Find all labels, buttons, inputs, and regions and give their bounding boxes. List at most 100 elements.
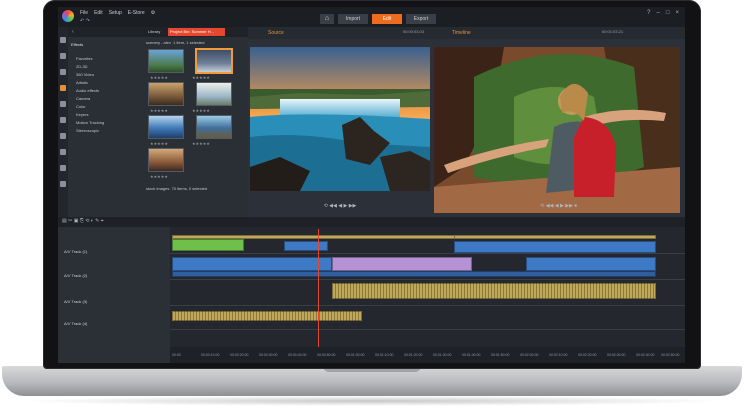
menu-estore[interactable]: E-Store xyxy=(128,10,145,16)
ratings-row: ★★★★★ ★★★★★ xyxy=(150,75,244,80)
folder-icon[interactable] xyxy=(60,37,66,43)
library-toolstrip xyxy=(58,27,68,217)
timeline: ▤ ✂ ▣ ⎘ ⟲ ◐ ✎ ⌖ A/V Track (1) A/V Track … xyxy=(58,217,685,363)
timeline-ruler: 00:00 00:00:10:00 00:00:20:00 00:00:30:0… xyxy=(170,347,685,363)
settings-icon[interactable]: ⚙ xyxy=(151,10,155,16)
category-effects[interactable]: Effects xyxy=(68,41,140,49)
help-icon[interactable]: ? xyxy=(647,10,650,16)
rating-stars[interactable]: ★★★★★ xyxy=(192,75,210,80)
timeline-video[interactable] xyxy=(434,47,680,213)
image-icon[interactable] xyxy=(60,69,66,75)
laptop-shadow xyxy=(16,396,728,406)
title-icon[interactable] xyxy=(60,117,66,123)
back-icon[interactable]: ‹ xyxy=(72,29,74,35)
category-color[interactable]: Color xyxy=(68,103,140,111)
category-stereoscopic[interactable]: Stereoscopic xyxy=(68,127,140,135)
source-transport[interactable]: ⟲ ◀◀ ◀ ▶ ▶▶ xyxy=(248,203,432,213)
timeline-marker-bar[interactable] xyxy=(454,235,656,239)
media-thumb[interactable] xyxy=(148,148,184,172)
category-360-video[interactable]: 360 Video xyxy=(68,71,140,79)
app-window: File Edit Setup E-Store ⚙ ↶ ↷ ⌂ Import E… xyxy=(58,7,685,363)
rating-stars[interactable]: ★★★★★ xyxy=(150,174,168,179)
timeline-clip[interactable] xyxy=(454,241,656,253)
ruler-tick: 00:01:00:00 xyxy=(346,353,365,357)
ruler-tick: 00:02:00:00 xyxy=(520,353,539,357)
title-bar: File Edit Setup E-Store ⚙ ↶ ↷ ⌂ Import E… xyxy=(58,7,685,27)
tool-icons[interactable]: ▤ ✂ ▣ ⎘ ⟲ ◐ ✎ ⌖ xyxy=(62,218,104,224)
timeline-clip-audio[interactable] xyxy=(172,271,656,277)
library-tab[interactable]: Library xyxy=(148,29,160,34)
window-controls: ? – □ × xyxy=(647,10,679,16)
ruler-tick: 00:00:50:00 xyxy=(317,353,336,357)
track-name[interactable]: A/V Track (3) xyxy=(64,299,87,304)
timeline-preview-panel: Timeline 00:01:03.21 ⟲ ◀◀ ◀ ▶ ▶▶ ⏹ xyxy=(432,27,685,217)
tab-import[interactable]: Import xyxy=(338,14,368,24)
timeline-clip[interactable] xyxy=(172,239,244,251)
effects-icon[interactable] xyxy=(60,85,66,91)
audio-waveform-clip[interactable] xyxy=(332,283,656,299)
rating-stars[interactable]: ★★★★★ xyxy=(150,75,168,80)
media-thumb[interactable] xyxy=(148,49,184,73)
source-video[interactable] xyxy=(250,47,430,191)
media-thumb[interactable] xyxy=(196,115,232,139)
ruler-tick: 00:01:20:00 xyxy=(404,353,423,357)
bin-info: 1 item, 1 selected xyxy=(173,40,205,45)
category-favorites[interactable]: Favorites xyxy=(68,55,140,63)
track-name[interactable]: A/V Track (4) xyxy=(64,321,87,326)
home-icon[interactable]: ⌂ xyxy=(320,14,334,24)
disc-icon[interactable] xyxy=(60,181,66,187)
timeline-clip[interactable] xyxy=(284,241,328,251)
ratings-row: ★★★★★ ★★★★★ xyxy=(150,108,244,113)
montage-icon[interactable] xyxy=(60,149,66,155)
transition-icon[interactable] xyxy=(60,133,66,139)
timeline-transport[interactable]: ⟲ ◀◀ ◀ ▶ ▶▶ ⏹ xyxy=(432,203,685,213)
playhead[interactable] xyxy=(318,229,319,347)
media-thumb-selected[interactable] xyxy=(196,49,232,73)
track-divider xyxy=(170,329,685,330)
music-icon[interactable] xyxy=(60,101,66,107)
rating-stars[interactable]: ★★★★★ xyxy=(192,141,210,146)
ruler-tick: 00:00:40:00 xyxy=(288,353,307,357)
category-audio-effects[interactable]: Audio effects xyxy=(68,87,140,95)
rating-stars[interactable]: ★★★★★ xyxy=(150,108,168,113)
category-keyers[interactable]: Keyers xyxy=(68,111,140,119)
laptop-base xyxy=(2,366,742,396)
rating-stars[interactable]: ★★★★★ xyxy=(192,108,210,113)
timeline-clip[interactable] xyxy=(526,257,656,271)
rating-stars[interactable]: ★★★★★ xyxy=(150,141,168,146)
timeline-toolbar[interactable]: ▤ ✂ ▣ ⎘ ⟲ ◐ ✎ ⌖ xyxy=(58,217,685,227)
ratings-row: ★★★★★ ★★★★★ xyxy=(150,141,244,146)
category-camera[interactable]: Camera xyxy=(68,95,140,103)
library-panel: ‹ Library Project Bin: Summer H... Effec… xyxy=(58,27,248,217)
category-2d-3d[interactable]: 2D-3D xyxy=(68,63,140,71)
menu-setup[interactable]: Setup xyxy=(109,10,122,16)
timeline-clip[interactable] xyxy=(172,257,332,271)
hiker-image xyxy=(434,47,680,213)
track-name[interactable]: A/V Track (1) xyxy=(64,249,87,254)
sound-icon[interactable] xyxy=(60,165,66,171)
ruler-tick: 00:01:40:00 xyxy=(462,353,481,357)
ruler-tick: 00:01:30:00 xyxy=(433,353,452,357)
minimize-icon[interactable]: – xyxy=(657,10,660,16)
bin-name: stock images xyxy=(146,186,170,191)
media-thumb[interactable] xyxy=(196,82,232,106)
project-bin-tab[interactable]: Project Bin: Summer H... xyxy=(168,28,225,36)
media-thumb[interactable] xyxy=(148,82,184,106)
timeline-clip[interactable] xyxy=(332,257,472,271)
video-icon[interactable] xyxy=(60,53,66,59)
thumb-row xyxy=(148,82,244,106)
ruler-tick: 00:01:50:00 xyxy=(491,353,510,357)
menu-file[interactable]: File xyxy=(80,10,88,16)
tab-export[interactable]: Export xyxy=(406,14,436,24)
audio-waveform-clip[interactable] xyxy=(172,311,362,321)
category-artistic[interactable]: Artistic xyxy=(68,79,140,87)
media-thumb[interactable] xyxy=(148,115,184,139)
track-name[interactable]: A/V Track (2) xyxy=(64,273,87,278)
maximize-icon[interactable]: □ xyxy=(666,10,670,16)
tab-edit[interactable]: Edit xyxy=(372,14,402,24)
bin-top-bar: scenery - alex 1 item, 1 selected xyxy=(146,39,244,47)
category-motion-tracking[interactable]: Motion Tracking xyxy=(68,119,140,127)
menu-edit[interactable]: Edit xyxy=(94,10,103,16)
undo-redo-icons[interactable]: ↶ ↷ xyxy=(80,18,90,24)
close-icon[interactable]: × xyxy=(675,10,679,16)
